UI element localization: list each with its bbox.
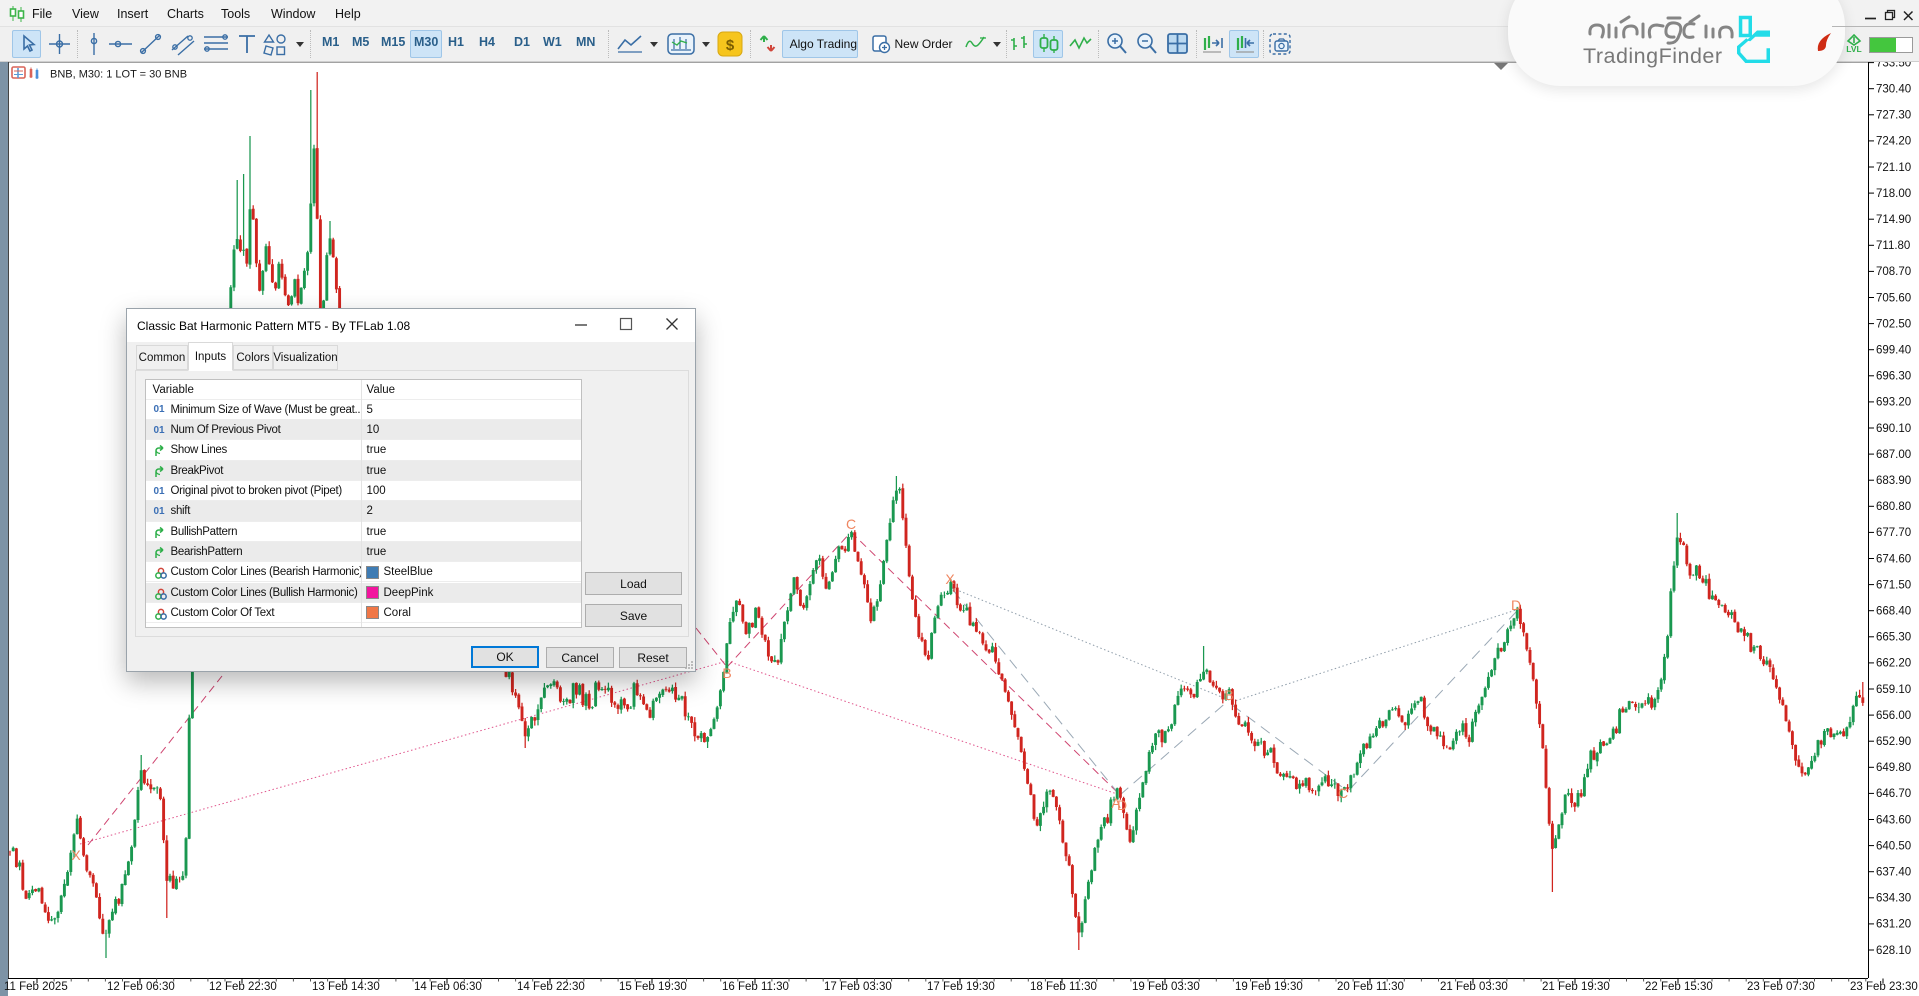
svg-text:640.50: 640.50 xyxy=(1876,840,1911,852)
svg-text:671.50: 671.50 xyxy=(1876,579,1911,591)
svg-text:B: B xyxy=(1224,687,1233,703)
svg-text:19 Feb 19:30: 19 Feb 19:30 xyxy=(1235,981,1303,993)
svg-text:X: X xyxy=(945,571,955,587)
svg-text:LVL: LVL xyxy=(1846,44,1861,54)
svg-text:14 Feb 22:30: 14 Feb 22:30 xyxy=(517,981,585,993)
svg-text:699.40: 699.40 xyxy=(1876,345,1911,357)
svg-text:C: C xyxy=(846,516,856,532)
svg-text:21 Feb 19:30: 21 Feb 19:30 xyxy=(1542,981,1610,993)
svg-text:687.00: 687.00 xyxy=(1876,449,1911,461)
svg-text:X: X xyxy=(71,847,81,863)
svg-text:12 Feb 06:30: 12 Feb 06:30 xyxy=(107,981,175,993)
svg-text:20 Feb 11:30: 20 Feb 11:30 xyxy=(1337,981,1404,993)
svg-text:23 Feb 07:30: 23 Feb 07:30 xyxy=(1747,981,1815,993)
svg-text:674.60: 674.60 xyxy=(1876,553,1911,565)
svg-text:668.40: 668.40 xyxy=(1876,606,1911,618)
svg-text:665.30: 665.30 xyxy=(1876,632,1911,644)
svg-text:13 Feb 14:30: 13 Feb 14:30 xyxy=(312,981,380,993)
svg-text:683.90: 683.90 xyxy=(1876,475,1911,487)
svg-text:D: D xyxy=(1511,597,1521,613)
svg-text:14 Feb 06:30: 14 Feb 06:30 xyxy=(414,981,482,993)
svg-text:B: B xyxy=(722,665,731,681)
svg-text:637.40: 637.40 xyxy=(1876,867,1911,879)
svg-text:705.60: 705.60 xyxy=(1876,292,1911,304)
svg-text:17 Feb 19:30: 17 Feb 19:30 xyxy=(927,981,995,993)
svg-text:646.70: 646.70 xyxy=(1876,788,1911,800)
svg-text:15 Feb 19:30: 15 Feb 19:30 xyxy=(619,981,687,993)
svg-text:656.00: 656.00 xyxy=(1876,710,1911,722)
svg-text:TradingFinder: TradingFinder xyxy=(1583,44,1723,68)
svg-text:C: C xyxy=(1338,785,1348,801)
svg-text:631.20: 631.20 xyxy=(1876,919,1911,931)
svg-text:11 Feb 2025: 11 Feb 2025 xyxy=(4,981,68,993)
svg-text:659.10: 659.10 xyxy=(1876,684,1911,696)
svg-text:677.70: 677.70 xyxy=(1876,527,1911,539)
svg-text:643.60: 643.60 xyxy=(1876,814,1911,826)
svg-text:714.90: 714.90 xyxy=(1876,214,1911,226)
svg-text:708.70: 708.70 xyxy=(1876,266,1911,278)
svg-text:702.50: 702.50 xyxy=(1876,318,1911,330)
svg-text:730.40: 730.40 xyxy=(1876,84,1911,96)
svg-text:16 Feb 11:30: 16 Feb 11:30 xyxy=(722,981,789,993)
svg-text:652.90: 652.90 xyxy=(1876,736,1911,748)
svg-text:649.80: 649.80 xyxy=(1876,762,1911,774)
svg-text:628.10: 628.10 xyxy=(1876,945,1911,957)
svg-text:680.80: 680.80 xyxy=(1876,501,1911,513)
svg-text:718.00: 718.00 xyxy=(1876,188,1911,200)
svg-text:$: $ xyxy=(726,37,735,54)
svg-text:727.30: 727.30 xyxy=(1876,110,1911,122)
svg-text:693.20: 693.20 xyxy=(1876,397,1911,409)
svg-text:D: D xyxy=(1117,797,1127,813)
svg-text:721.10: 721.10 xyxy=(1876,162,1911,174)
svg-text:19 Feb 03:30: 19 Feb 03:30 xyxy=(1132,981,1200,993)
svg-text:22 Feb 15:30: 22 Feb 15:30 xyxy=(1645,981,1713,993)
svg-text:BNB, M30: 1 LOT = 30 BNB: BNB, M30: 1 LOT = 30 BNB xyxy=(50,69,187,81)
svg-text:12 Feb 22:30: 12 Feb 22:30 xyxy=(209,981,277,993)
svg-text:18 Feb 11:30: 18 Feb 11:30 xyxy=(1030,981,1097,993)
svg-text:662.20: 662.20 xyxy=(1876,658,1911,670)
svg-text:17 Feb 03:30: 17 Feb 03:30 xyxy=(824,981,892,993)
svg-text:696.30: 696.30 xyxy=(1876,371,1911,383)
svg-text:724.20: 724.20 xyxy=(1876,136,1911,148)
svg-text:21 Feb 03:30: 21 Feb 03:30 xyxy=(1440,981,1508,993)
svg-text:690.10: 690.10 xyxy=(1876,423,1911,435)
svg-text:23 Feb 23:30: 23 Feb 23:30 xyxy=(1850,981,1918,993)
svg-text:634.30: 634.30 xyxy=(1876,893,1911,905)
svg-text:711.80: 711.80 xyxy=(1876,240,1910,252)
